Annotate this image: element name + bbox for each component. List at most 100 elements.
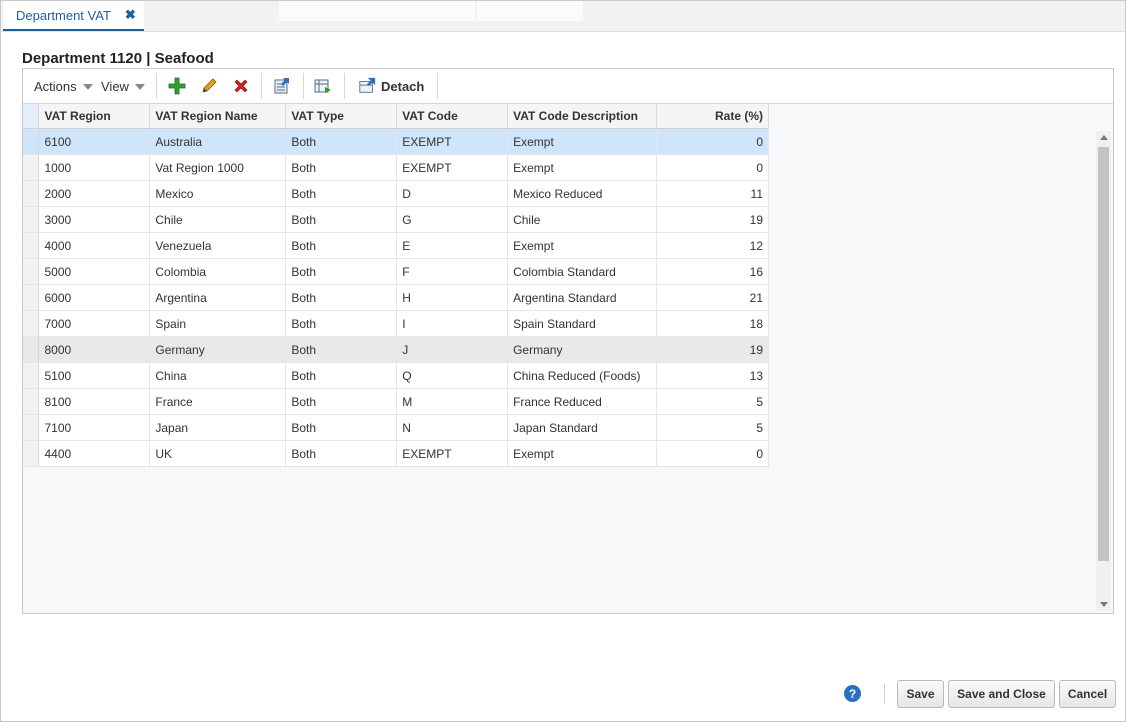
row-header[interactable] [23, 258, 40, 285]
chevron-down-icon [82, 84, 93, 90]
table-row[interactable]: 7000 Spain Both I Spain Standard 18 [23, 310, 769, 337]
column-header-vat-code[interactable]: VAT Code [396, 104, 509, 129]
table-row[interactable]: 5100 China Both Q China Reduced (Foods) … [23, 362, 769, 389]
delete-icon[interactable] [231, 76, 251, 96]
cell-rate: 19 [656, 206, 769, 233]
cell-vat-region-name: Chile [149, 206, 287, 233]
cell-vat-type: Both [285, 206, 398, 233]
cell-rate: 5 [656, 414, 769, 441]
row-header[interactable] [23, 336, 40, 363]
cell-vat-type: Both [285, 362, 398, 389]
view-menu-label: View [101, 78, 129, 94]
cell-vat-code-description: Colombia Standard [507, 258, 658, 285]
toolbar-divider [261, 73, 262, 99]
cell-rate: 0 [656, 154, 769, 181]
help-icon[interactable]: ? [844, 685, 861, 702]
table-row[interactable]: 8000 Germany Both J Germany 19 [23, 336, 769, 363]
detach-label: Detach [381, 78, 425, 94]
cell-vat-region-name: Mexico [149, 180, 287, 207]
cell-vat-region-name: France [149, 388, 287, 415]
cell-vat-region-name: Colombia [149, 258, 287, 285]
actions-menu[interactable]: Actions [34, 69, 93, 103]
export-icon[interactable] [272, 76, 292, 96]
row-header[interactable] [23, 128, 40, 155]
cell-rate: 0 [656, 128, 769, 155]
save-and-close-button[interactable]: Save and Close [948, 680, 1055, 708]
table-row[interactable]: 7100 Japan Both N Japan Standard 5 [23, 414, 769, 441]
close-icon[interactable]: ✖ [125, 7, 136, 23]
column-header-vat-type[interactable]: VAT Type [285, 104, 398, 129]
cell-rate: 12 [656, 232, 769, 259]
cell-vat-code-description: Exempt [507, 154, 658, 181]
cell-vat-type: Both [285, 336, 398, 363]
column-header-vat-region[interactable]: VAT Region [38, 104, 151, 129]
row-header[interactable] [23, 362, 40, 389]
table-toolbar: Actions View Detach [23, 69, 1113, 104]
cell-vat-type: Both [285, 154, 398, 181]
cell-vat-region: 7100 [38, 414, 151, 441]
row-header[interactable] [23, 310, 40, 337]
cell-rate: 16 [656, 258, 769, 285]
row-header[interactable] [23, 284, 40, 311]
scroll-thumb[interactable] [1098, 147, 1109, 561]
cell-rate: 13 [656, 362, 769, 389]
tab-label: Department VAT [16, 7, 111, 23]
cell-vat-region-name: Japan [149, 414, 287, 441]
table-row[interactable]: 6000 Argentina Both H Argentina Standard… [23, 284, 769, 311]
edit-icon[interactable] [199, 76, 219, 96]
scroll-up-icon[interactable] [1100, 135, 1108, 140]
table-row[interactable]: 5000 Colombia Both F Colombia Standard 1… [23, 258, 769, 285]
detach-icon [359, 77, 376, 93]
cell-vat-region: 2000 [38, 180, 151, 207]
detach-button[interactable]: Detach [358, 69, 424, 103]
cell-rate: 21 [656, 284, 769, 311]
cell-vat-region: 7000 [38, 310, 151, 337]
row-header[interactable] [23, 180, 40, 207]
vat-table-panel: Actions View Detach VAT Region VAT Regio… [22, 68, 1114, 614]
add-icon[interactable] [167, 76, 187, 96]
cell-vat-region-name: Vat Region 1000 [149, 154, 287, 181]
cell-vat-region: 6000 [38, 284, 151, 311]
cancel-button[interactable]: Cancel [1059, 680, 1116, 708]
cell-vat-region: 5100 [38, 362, 151, 389]
table-row[interactable]: 4400 UK Both EXEMPT Exempt 0 [23, 440, 769, 467]
scroll-down-icon[interactable] [1100, 602, 1108, 607]
table-row[interactable]: 3000 Chile Both G Chile 19 [23, 206, 769, 233]
cell-vat-region-name: Australia [149, 128, 287, 155]
cell-vat-code-description: Chile [507, 206, 658, 233]
tab-ghost [279, 1, 475, 21]
row-header[interactable] [23, 440, 40, 467]
tab-strip: Department VAT ✖ [1, 1, 1125, 32]
cell-vat-code-description: Exempt [507, 128, 658, 155]
row-header[interactable] [23, 206, 40, 233]
cell-vat-region: 8000 [38, 336, 151, 363]
table-row[interactable]: 1000 Vat Region 1000 Both EXEMPT Exempt … [23, 154, 769, 181]
table-header-row: VAT Region VAT Region Name VAT Type VAT … [23, 104, 769, 129]
cell-vat-code: D [396, 180, 509, 207]
row-header[interactable] [23, 414, 40, 441]
table-row[interactable]: 2000 Mexico Both D Mexico Reduced 11 [23, 180, 769, 207]
cell-vat-code-description: Exempt [507, 440, 658, 467]
cell-vat-type: Both [285, 414, 398, 441]
save-button[interactable]: Save [897, 680, 944, 708]
column-header-rate[interactable]: Rate (%) [656, 104, 769, 129]
cell-vat-code: EXEMPT [396, 440, 509, 467]
vertical-scrollbar[interactable] [1096, 131, 1111, 611]
row-header[interactable] [23, 232, 40, 259]
column-header-vat-code-description[interactable]: VAT Code Description [507, 104, 658, 129]
table-row[interactable]: 6100 Australia Both EXEMPT Exempt 0 [23, 128, 769, 155]
view-menu[interactable]: View [101, 69, 145, 103]
cell-vat-region: 4400 [38, 440, 151, 467]
row-header[interactable] [23, 388, 40, 415]
select-all-cell[interactable] [23, 104, 40, 129]
table-row[interactable]: 4000 Venezuela Both E Exempt 12 [23, 232, 769, 259]
vat-table: VAT Region VAT Region Name VAT Type VAT … [23, 104, 769, 467]
row-header[interactable] [23, 154, 40, 181]
freeze-columns-icon[interactable] [313, 76, 333, 96]
table-row[interactable]: 8100 France Both M France Reduced 5 [23, 388, 769, 415]
tab-department-vat[interactable]: Department VAT ✖ [3, 1, 144, 31]
cell-vat-code: M [396, 388, 509, 415]
cell-vat-code: Q [396, 362, 509, 389]
cell-rate: 11 [656, 180, 769, 207]
column-header-vat-region-name[interactable]: VAT Region Name [149, 104, 287, 129]
